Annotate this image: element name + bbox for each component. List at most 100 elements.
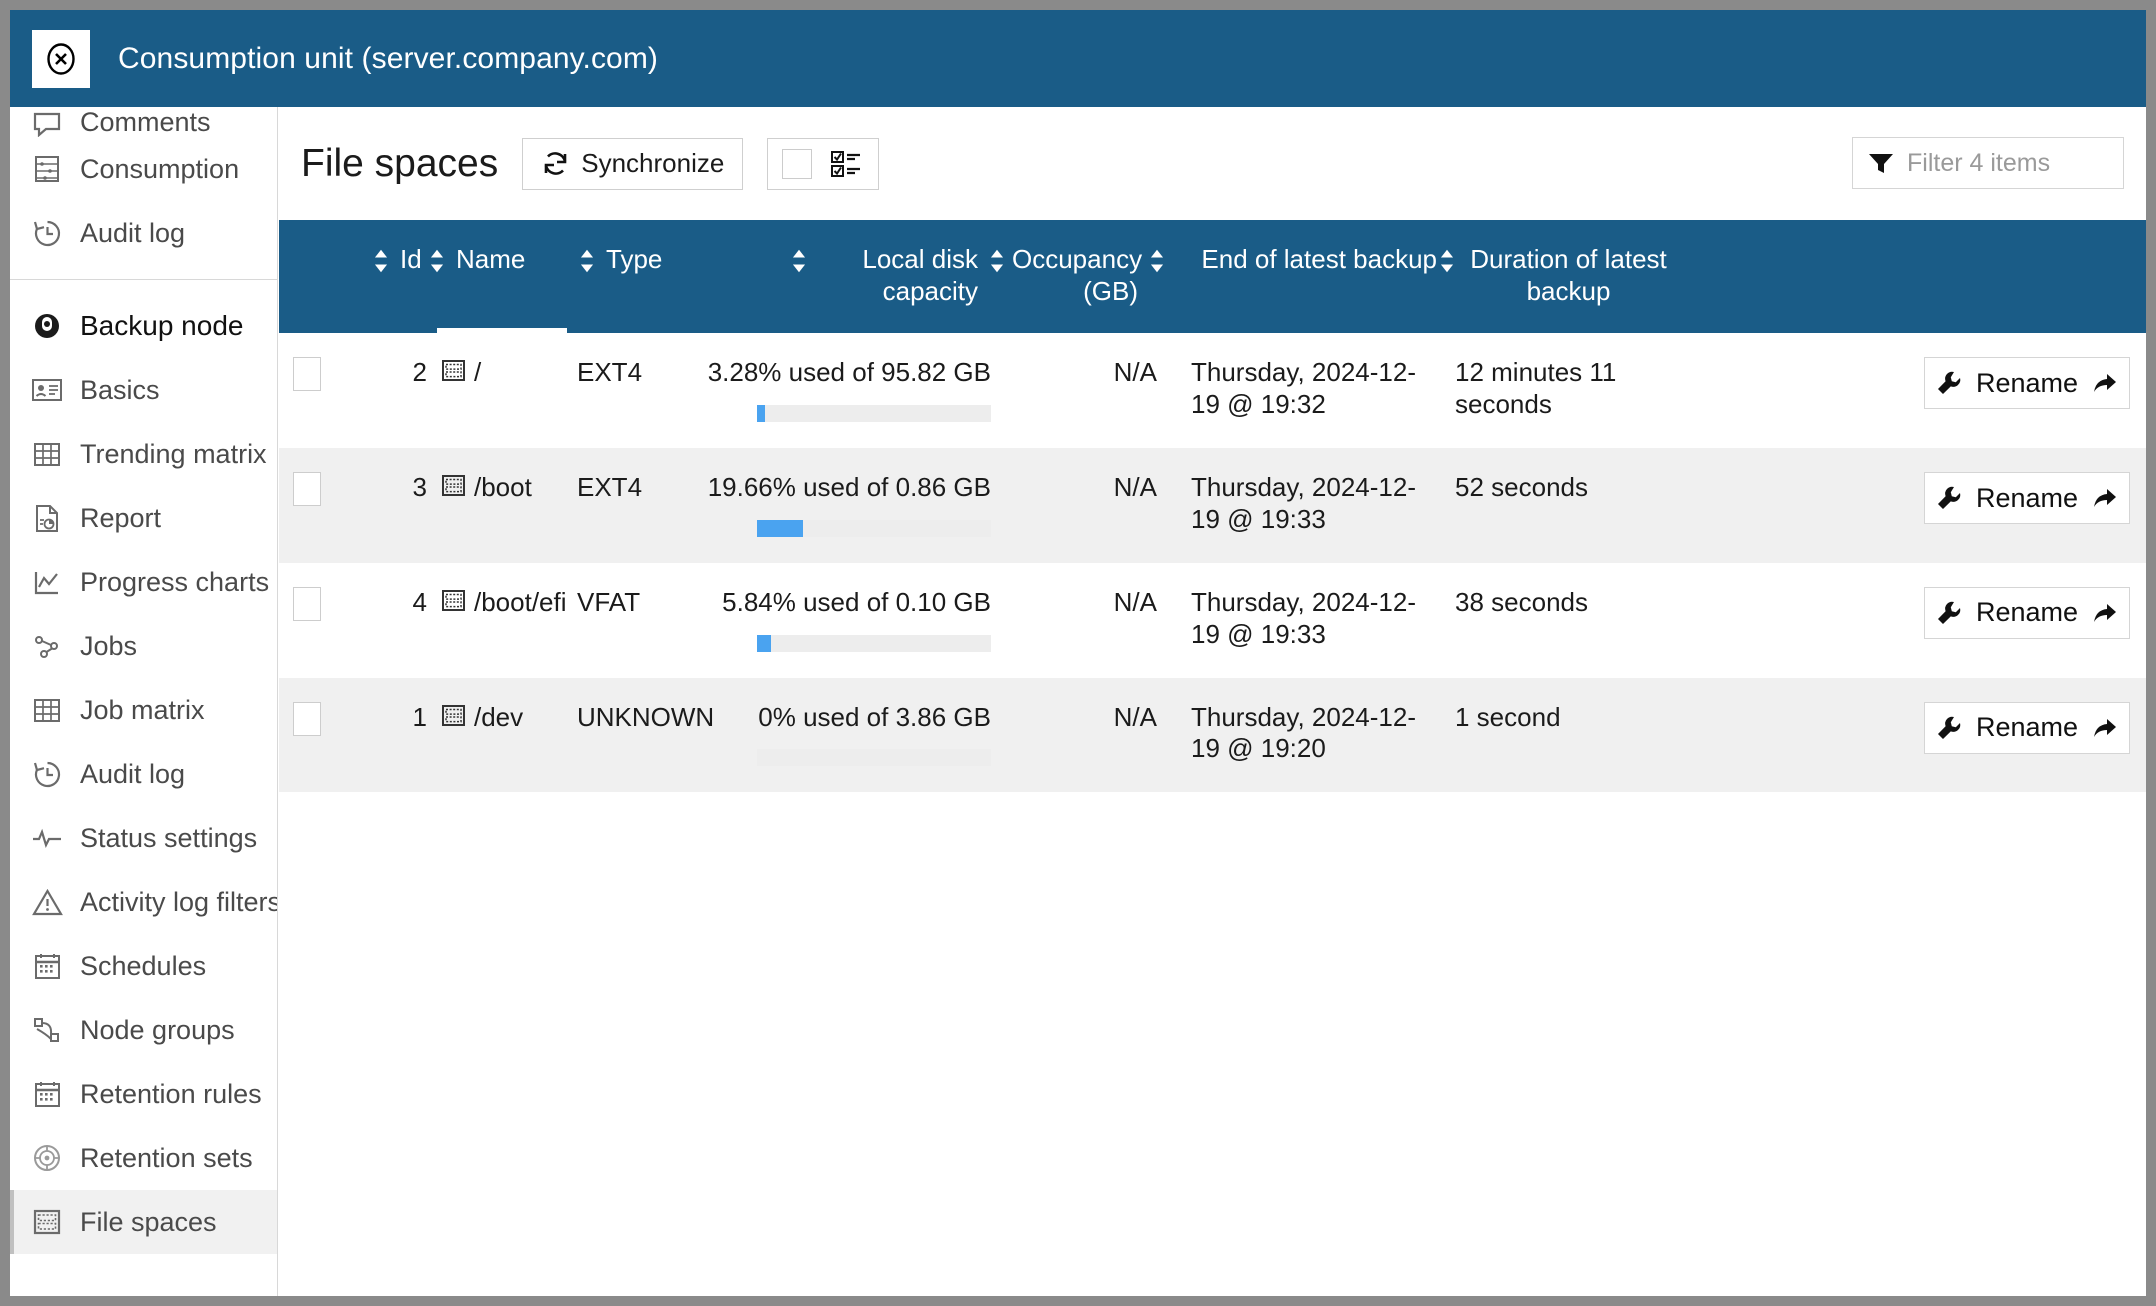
cell-actions: Rename: [1697, 563, 2146, 678]
sidebar[interactable]: Comments Consumption Audit log Backup no…: [10, 107, 278, 1296]
sidebar-item-label: Backup node: [80, 310, 244, 341]
file-space-name: /: [474, 357, 482, 388]
history-icon: [30, 216, 64, 250]
column-label: Local disk capacity: [862, 244, 978, 306]
column-label: Duration of latest backup: [1470, 244, 1667, 306]
sidebar-item-progress-charts[interactable]: Progress charts: [10, 550, 277, 614]
rename-button[interactable]: Rename: [1924, 701, 2130, 754]
calendar-icon: [30, 949, 64, 983]
column-header-capacity[interactable]: Local disk capacity: [707, 220, 1007, 333]
cell-duration: 38 seconds: [1455, 586, 1588, 617]
rename-button[interactable]: Rename: [1924, 586, 2130, 639]
column-header-type[interactable]: Type: [577, 220, 707, 333]
select-all-button[interactable]: [767, 137, 880, 190]
sidebar-item-label: Audit log: [80, 758, 186, 789]
column-header-id[interactable]: Id: [371, 220, 427, 333]
share-arrow-icon: [2094, 489, 2117, 508]
sidebar-item-retention-sets[interactable]: Retention sets: [10, 1126, 277, 1190]
close-button[interactable]: [32, 29, 90, 88]
row-checkbox[interactable]: [293, 357, 321, 392]
file-space-icon: [442, 360, 465, 382]
sidebar-item-label: Progress charts: [80, 566, 270, 597]
sidebar-item-comments[interactable]: Comments: [10, 107, 277, 137]
rename-label: Rename: [1975, 712, 2079, 743]
sort-arrows-icon: [430, 249, 444, 273]
table-row[interactable]: 3 /boot EXT4 19.66% used of 0.86 GB N/A …: [279, 448, 2146, 563]
sidebar-item-job-matrix[interactable]: Job matrix: [10, 678, 277, 742]
synchronize-label: Synchronize: [581, 148, 725, 178]
sort-arrows-icon: [792, 249, 806, 273]
sidebar-item-label: Consumption: [80, 153, 240, 184]
cell-occupancy: N/A: [1113, 472, 1157, 503]
retention-target-icon: [30, 1141, 64, 1175]
rename-button[interactable]: Rename: [1924, 472, 2130, 525]
cell-capacity: 5.84% used of 0.10 GB: [707, 563, 1007, 678]
grid-table-icon: [30, 693, 64, 727]
column-header-actions: [1697, 220, 2146, 333]
warning-triangle-icon: [30, 885, 64, 919]
sort-arrows-icon: [990, 249, 1004, 273]
sidebar-item-file-spaces[interactable]: File spaces: [10, 1190, 277, 1254]
sidebar-item-report[interactable]: Report: [10, 486, 277, 550]
cell-actions: Rename: [1697, 333, 2146, 448]
table-header: Id Name Type Local disk capacity Occupan…: [279, 220, 2146, 334]
sidebar-item-basics[interactable]: Basics: [10, 358, 277, 422]
page-title: File spaces: [301, 141, 499, 185]
cell-capacity: 0% used of 3.86 GB: [707, 678, 1007, 793]
sidebar-item-schedules[interactable]: Schedules: [10, 934, 277, 998]
node-groups-icon: [30, 1013, 64, 1047]
rename-label: Rename: [1975, 597, 2079, 628]
cell-occupancy: N/A: [1113, 357, 1157, 388]
sidebar-item-node-groups[interactable]: Node groups: [10, 998, 277, 1062]
sidebar-item-trending-matrix[interactable]: Trending matrix: [10, 422, 277, 486]
row-select-cell: [279, 333, 371, 448]
select-all-checkbox[interactable]: [782, 148, 813, 179]
cell-id: 2: [412, 357, 427, 388]
column-label: Id: [400, 244, 422, 274]
row-checkbox[interactable]: [293, 472, 321, 507]
comment-icon: [30, 107, 64, 137]
column-label: Type: [606, 244, 663, 274]
table-row[interactable]: 2 / EXT4 3.28% used of 95.82 GB N/A Thur…: [279, 333, 2146, 449]
column-header-select: [279, 220, 371, 333]
close-circle-icon: [47, 42, 75, 75]
sidebar-item-label: Audit log: [80, 217, 186, 248]
column-header-occupancy[interactable]: Occupancy (GB): [1007, 220, 1167, 333]
capacity-bar: [757, 634, 991, 652]
sidebar-item-retention-rules[interactable]: Retention rules: [10, 1062, 277, 1126]
sidebar-item-consumption[interactable]: Consumption: [10, 137, 277, 201]
rename-button[interactable]: Rename: [1924, 357, 2130, 410]
table-row[interactable]: 4 /boot/efi VFAT 5.84% used of 0.10 GB N…: [279, 562, 2146, 678]
cell-duration: 52 seconds: [1455, 472, 1588, 503]
sidebar-item-status-settings[interactable]: Status settings: [10, 806, 277, 870]
cell-type: VFAT: [577, 586, 641, 617]
sidebar-item-audit-log-top[interactable]: Audit log: [10, 201, 277, 265]
grid-table-icon: [30, 437, 64, 471]
cell-duration: 1 second: [1455, 701, 1561, 732]
sidebar-item-jobs[interactable]: Jobs: [10, 614, 277, 678]
table-row[interactable]: 1 /dev UNKNOWN 0% used of 3.86 GB N/A Th…: [279, 677, 2146, 793]
row-checkbox[interactable]: [293, 586, 321, 621]
column-header-end-of-backup[interactable]: End of latest backup: [1167, 220, 1437, 333]
column-label: End of latest backup: [1201, 244, 1437, 274]
column-header-duration[interactable]: Duration of latest backup: [1437, 220, 1697, 333]
cell-name: /boot: [427, 448, 577, 563]
sort-arrows-icon: [1150, 249, 1164, 273]
filter-input[interactable]: Filter 4 items: [1852, 137, 2124, 189]
sidebar-item-audit-log[interactable]: Audit log: [10, 742, 277, 806]
sort-arrows-icon: [1440, 249, 1454, 273]
toolbar: File spaces Synchronize Filter 4 items: [279, 107, 2146, 220]
sidebar-item-backup-node[interactable]: Backup node: [10, 294, 277, 358]
jobs-nodes-icon: [30, 629, 64, 663]
sidebar-item-activity-log-filters[interactable]: Activity log filters: [10, 870, 277, 934]
active-sort-indicator: [437, 328, 567, 334]
wrench-icon: [1937, 486, 1961, 510]
capacity-bar: [757, 519, 991, 537]
row-checkbox[interactable]: [293, 701, 321, 736]
file-spaces-table: Id Name Type Local disk capacity Occupan…: [279, 220, 2146, 793]
share-arrow-icon: [2094, 718, 2117, 737]
wrench-icon: [1937, 716, 1961, 739]
pulse-icon: [30, 821, 64, 855]
column-header-name[interactable]: Name: [427, 220, 577, 334]
synchronize-button[interactable]: Synchronize: [522, 137, 744, 190]
